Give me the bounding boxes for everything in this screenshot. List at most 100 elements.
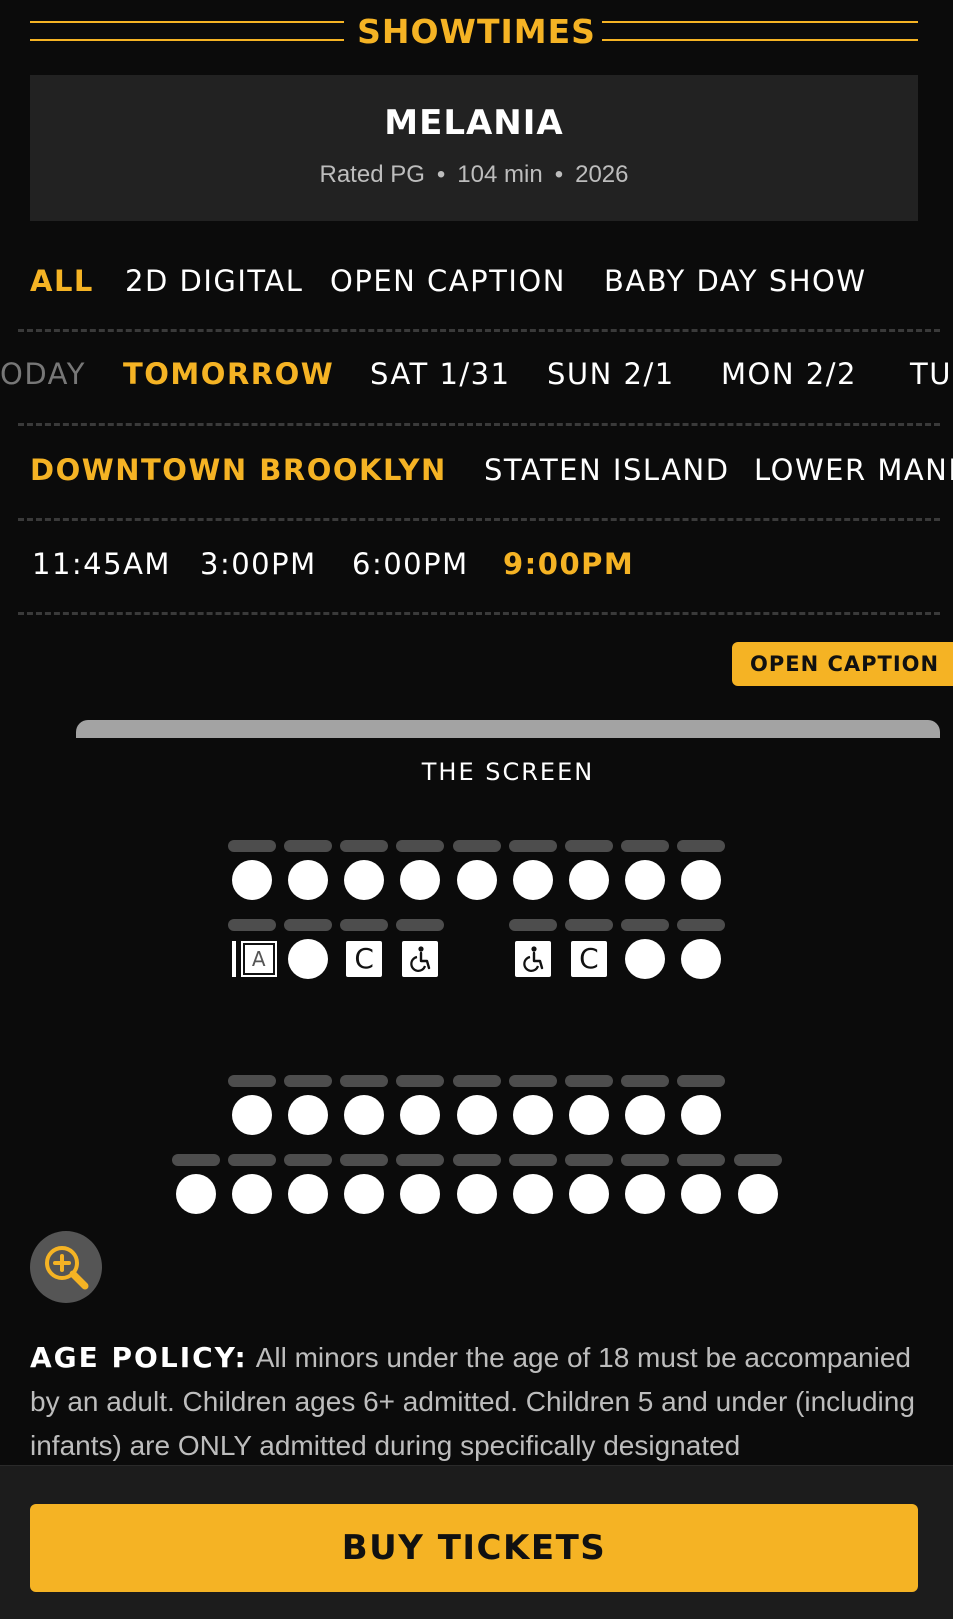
seat-available[interactable]	[625, 1174, 666, 1214]
wheelchair-icon[interactable]	[402, 941, 439, 977]
seat-available[interactable]	[681, 860, 722, 900]
seat-armrest	[283, 919, 332, 931]
seat-available[interactable]	[568, 1174, 609, 1214]
seat-armrest	[452, 1154, 501, 1166]
date-tab-mon[interactable]: MON 2/2	[721, 357, 857, 391]
zoom-button[interactable]	[30, 1231, 102, 1303]
seat-armrest	[396, 1075, 445, 1087]
date-tab-sun[interactable]: SUN 2/1	[547, 357, 675, 391]
divider	[18, 423, 940, 426]
seat-available[interactable]	[512, 860, 553, 900]
location-tab-downtown-brooklyn[interactable]: DOWNTOWN BROOKLYN	[30, 453, 447, 487]
meta-separator: •	[436, 161, 446, 188]
seat-armrest	[564, 1075, 613, 1087]
seat-armrest	[340, 1075, 389, 1087]
showtime-900pm[interactable]: 9:00PM	[503, 547, 634, 581]
seat-armrest	[227, 1075, 276, 1087]
seat-armrest	[733, 1154, 782, 1166]
seat-armrest	[621, 1154, 670, 1166]
seat-aisle[interactable]: A	[240, 941, 277, 977]
seat-armrest	[564, 919, 613, 931]
meta-separator: •	[554, 161, 564, 188]
movie-meta: Rated PG • 104 min • 2026	[30, 161, 918, 189]
seat-available[interactable]	[681, 1095, 722, 1135]
showtime-1145am[interactable]: 11:45AM	[32, 547, 171, 581]
seat-available[interactable]	[175, 1174, 216, 1214]
seat-armrest	[340, 919, 389, 931]
date-tab-tomorrow[interactable]: TOMORROW	[123, 357, 334, 391]
seat-available[interactable]	[625, 939, 666, 979]
location-tab-staten-island[interactable]: STATEN ISLAND	[484, 453, 730, 487]
seat-available[interactable]	[625, 860, 666, 900]
showtime-300pm[interactable]: 3:00PM	[200, 547, 317, 581]
seat-companion[interactable]: C	[570, 941, 607, 977]
seat-available[interactable]	[287, 1174, 328, 1214]
location-tab-lower-manhattan[interactable]: LOWER MANH	[754, 453, 953, 487]
seat-armrest	[340, 840, 389, 852]
divider	[18, 612, 940, 615]
seat-available[interactable]	[456, 860, 497, 900]
seat-armrest	[564, 1154, 613, 1166]
seat-available[interactable]	[400, 1174, 441, 1214]
format-tab-baby-day-show[interactable]: BABY DAY SHOW	[604, 264, 867, 298]
divider	[18, 329, 940, 332]
seat-companion[interactable]: C	[346, 941, 383, 977]
seat-available[interactable]	[512, 1174, 553, 1214]
seat-available[interactable]	[231, 1174, 272, 1214]
seat-armrest	[227, 919, 276, 931]
seat-available[interactable]	[456, 1174, 497, 1214]
wheelchair-icon[interactable]	[514, 941, 551, 977]
screen-label: THE SCREEN	[421, 758, 595, 786]
seat-armrest	[340, 1154, 389, 1166]
seat-armrest	[396, 1154, 445, 1166]
seat-available[interactable]	[400, 860, 441, 900]
format-badge: OPEN CAPTION	[732, 642, 953, 686]
seat-armrest	[508, 1154, 557, 1166]
age-policy-label: AGE POLICY:	[30, 1341, 248, 1374]
seat-available[interactable]	[625, 1095, 666, 1135]
seat-available[interactable]	[287, 860, 328, 900]
buy-tickets-button[interactable]: BUY TICKETS	[30, 1504, 918, 1592]
format-tab-2d-digital[interactable]: 2D DIGITAL	[125, 264, 303, 298]
seat-available[interactable]	[681, 1174, 722, 1214]
seat-available[interactable]	[344, 1095, 385, 1135]
seat-armrest	[677, 1075, 726, 1087]
seat-available[interactable]	[681, 939, 722, 979]
seat-armrest	[508, 1075, 557, 1087]
seat-armrest	[283, 1075, 332, 1087]
movie-title: MELANIA	[384, 103, 564, 143]
seat-armrest	[396, 840, 445, 852]
seat-armrest	[227, 840, 276, 852]
date-tab-tue[interactable]: TU	[910, 357, 952, 391]
seat-available[interactable]	[512, 1095, 553, 1135]
seat-available[interactable]	[287, 939, 328, 979]
seat-available[interactable]	[400, 1095, 441, 1135]
seat-available[interactable]	[287, 1095, 328, 1135]
format-tab-all[interactable]: ALL	[30, 264, 94, 298]
movie-year: 2026	[575, 161, 629, 188]
format-tab-open-caption[interactable]: OPEN CAPTION	[330, 264, 566, 298]
seat-armrest	[396, 919, 445, 931]
age-policy: AGE POLICY: All minors under the age of 1…	[30, 1336, 930, 1468]
aisle-marker	[231, 941, 236, 977]
seat-available[interactable]	[344, 1174, 385, 1214]
page-title: SHOWTIMES	[357, 12, 596, 51]
seat-available[interactable]	[231, 860, 272, 900]
seat-available[interactable]	[568, 1095, 609, 1135]
divider	[18, 518, 940, 521]
movie-runtime: 104 min	[457, 161, 543, 188]
seat-available[interactable]	[231, 1095, 272, 1135]
seat-available[interactable]	[737, 1174, 778, 1214]
seat-available[interactable]	[456, 1095, 497, 1135]
screen-bar	[76, 720, 940, 738]
seat-available[interactable]	[568, 860, 609, 900]
seat-armrest	[508, 919, 557, 931]
seat-armrest	[621, 1075, 670, 1087]
date-tab-sat[interactable]: SAT 1/31	[370, 357, 511, 391]
date-tab-today[interactable]: ODAY	[0, 357, 86, 391]
showtime-600pm[interactable]: 6:00PM	[352, 547, 469, 581]
seat-armrest	[227, 1154, 276, 1166]
seat-armrest	[677, 1154, 726, 1166]
seat-armrest	[283, 840, 332, 852]
seat-available[interactable]	[344, 860, 385, 900]
